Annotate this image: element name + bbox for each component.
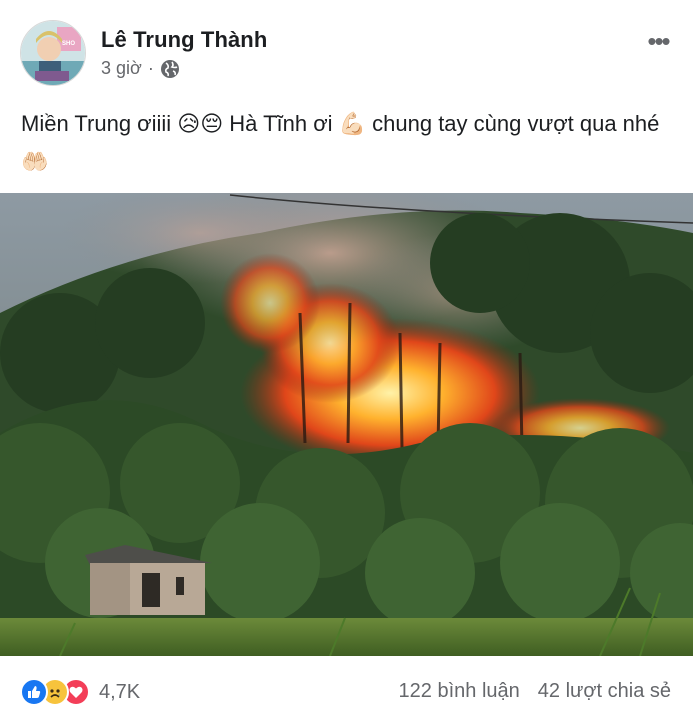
share-count[interactable]: 42 lượt chia sẻ [538,680,671,703]
post-text: Miền Trung ơiiii 😥😔 Hà Tĩnh ơi 💪🏻 chung … [21,111,660,174]
post-stats: 122 bình luận 42 lượt chia sẻ [399,680,671,703]
post-photo[interactable] [0,193,693,656]
like-reaction-icon [20,678,48,706]
more-options-icon[interactable]: ••• [641,27,675,55]
reaction-summary[interactable]: 4,7K [20,678,140,706]
author-name[interactable]: Lê Trung Thành [101,27,267,53]
avatar-sign-text: SHO [62,41,75,47]
post-header: SHO Lê Trung Thành 3 giờ · ••• [0,0,693,100]
comment-count[interactable]: 122 bình luận [399,680,520,703]
meta-separator: · [147,58,154,78]
reaction-count[interactable]: 4,7K [99,681,140,704]
post-meta: 3 giờ · [101,58,180,79]
globe-icon[interactable] [160,59,180,79]
post-time[interactable]: 3 giờ [101,58,142,79]
forest-fire-photo [0,193,693,656]
avatar[interactable]: SHO [20,20,86,86]
post-footer: 4,7K 122 bình luận 42 lượt chia sẻ [0,662,693,720]
avatar-image: SHO [21,21,85,85]
